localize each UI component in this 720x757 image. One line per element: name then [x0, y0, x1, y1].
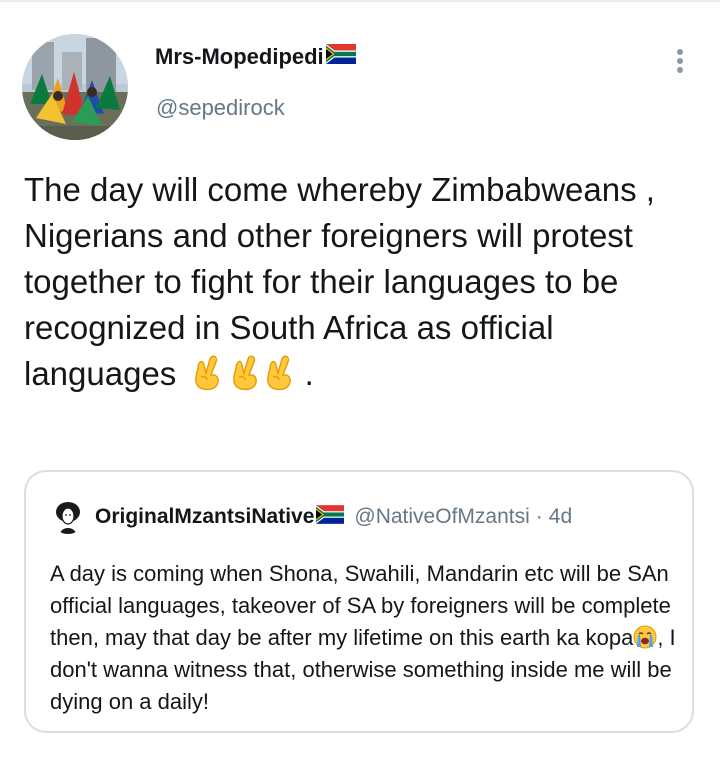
- quoted-tweet-timestamp[interactable]: 4d: [549, 505, 572, 529]
- author-avatar[interactable]: [22, 34, 128, 140]
- tweet-body: The day will come whereby Zimbabweans , …: [24, 167, 700, 397]
- quoted-tweet-body: A day is coming when Shona, Swahili, Man…: [50, 558, 680, 718]
- more-vertical-icon[interactable]: [668, 46, 692, 78]
- crossed-fingers-icon: [227, 355, 261, 391]
- south-africa-flag-icon: [316, 504, 345, 530]
- separator-dot: ·: [535, 505, 543, 528]
- quoted-author-handle[interactable]: @NativeOfMzantsi: [354, 505, 529, 529]
- south-africa-flag-icon: [325, 44, 356, 70]
- tweet-text-end: .: [304, 355, 314, 392]
- tweet-text: The day will come whereby Zimbabweans , …: [24, 171, 655, 392]
- dot: [677, 67, 683, 73]
- author-name-text: Mrs-Mopedipedi: [155, 44, 324, 69]
- loudly-crying-face-icon: [633, 625, 657, 649]
- crossed-fingers-icon: [189, 355, 223, 391]
- top-divider: [0, 0, 720, 2]
- quoted-author-avatar[interactable]: [51, 500, 85, 534]
- quoted-tweet-card[interactable]: OriginalMzantsiNative @NativeOfMzantsi ·…: [24, 470, 694, 733]
- quoted-text-part-1: A day is coming when Shona, Swahili, Man…: [50, 561, 671, 650]
- author-display-name[interactable]: Mrs-Mopedipedi: [155, 44, 356, 70]
- crossed-fingers-icon: [261, 355, 295, 391]
- quoted-author-name[interactable]: OriginalMzantsiNative: [95, 505, 314, 529]
- author-handle[interactable]: @sepedirock: [156, 95, 285, 121]
- quoted-tweet-header: OriginalMzantsiNative @NativeOfMzantsi ·…: [51, 500, 572, 534]
- dot: [677, 58, 683, 64]
- dot: [677, 49, 683, 55]
